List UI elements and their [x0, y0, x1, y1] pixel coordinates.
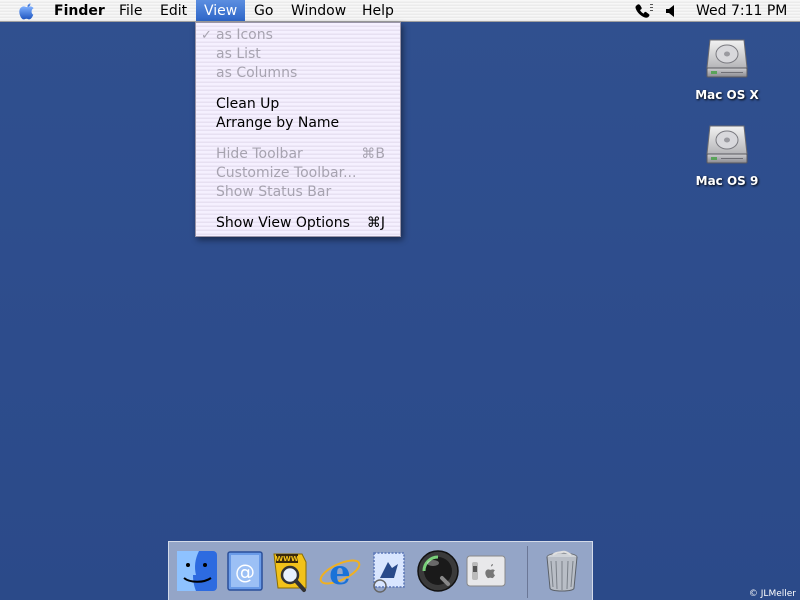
- menu-edit[interactable]: Edit: [152, 0, 195, 21]
- desktop-icon-label: Mac OS 9: [695, 174, 759, 188]
- menu-item-shortcut: ⌘B: [361, 146, 385, 162]
- menu-item-label: as Icons: [216, 27, 273, 43]
- menu-item-label: as Columns: [216, 65, 298, 81]
- hard-disk-icon: [706, 39, 748, 78]
- quicktime-icon[interactable]: [415, 548, 461, 594]
- menu-item-label: Show Status Bar: [216, 184, 332, 200]
- menu-view[interactable]: View: [196, 0, 246, 21]
- desktop-disk-mac-os-x[interactable]: Mac OS X: [687, 34, 767, 102]
- desktop-disk-mac-os-9[interactable]: Mac OS 9: [687, 120, 767, 188]
- checkmark-icon: ✓: [201, 28, 212, 43]
- internet-explorer-icon[interactable]: e: [317, 548, 363, 594]
- mail-stamp-icon[interactable]: [366, 548, 412, 594]
- menu-item-label: Show View Options: [216, 215, 350, 231]
- menu-item-label: Arrange by Name: [216, 115, 340, 131]
- menu-help[interactable]: Help: [354, 0, 402, 21]
- menu-clock[interactable]: Wed 7:11 PM: [696, 0, 787, 22]
- menu-item-label: as List: [216, 46, 261, 62]
- mail-icon[interactable]: @: [222, 548, 268, 594]
- menu-item-as-icons[interactable]: ✓ as Icons: [196, 26, 400, 45]
- menu-item-as-columns[interactable]: as Columns: [196, 64, 400, 83]
- hard-disk-icon: [706, 125, 748, 164]
- menu-file[interactable]: File: [111, 0, 150, 21]
- menu-window[interactable]: Window: [283, 0, 354, 21]
- menu-item-as-list[interactable]: as List: [196, 45, 400, 64]
- phone-icon[interactable]: [634, 3, 654, 19]
- menu-go[interactable]: Go: [246, 0, 281, 21]
- svg-text:e: e: [329, 553, 351, 593]
- menu-item-hide-toolbar[interactable]: Hide Toolbar ⌘B: [196, 145, 400, 164]
- finder-icon[interactable]: [174, 548, 220, 594]
- menu-item-label: Customize Toolbar...: [216, 165, 357, 181]
- menu-item-label: Hide Toolbar: [216, 146, 303, 162]
- menu-bar: Finder File Edit View Go Window Help Wed…: [0, 0, 800, 22]
- menu-item-label: Clean Up: [216, 96, 280, 112]
- svg-text:@: @: [235, 560, 255, 584]
- menu-item-shortcut: ⌘J: [366, 215, 385, 231]
- svg-text:WWW: WWW: [275, 555, 298, 563]
- menu-item-show-status-bar[interactable]: Show Status Bar: [196, 183, 400, 202]
- apple-menu[interactable]: [10, 0, 44, 21]
- menu-item-customize-toolbar[interactable]: Customize Toolbar...: [196, 164, 400, 183]
- menu-item-show-view-options[interactable]: Show View Options ⌘J: [196, 214, 400, 233]
- menu-item-clean-up[interactable]: Clean Up: [196, 95, 400, 114]
- copyright-watermark: © JLMeller: [748, 589, 796, 599]
- view-dropdown-menu: ✓ as Icons as List as Columns Clean Up A…: [195, 22, 401, 237]
- dock-divider: [527, 546, 528, 598]
- menu-finder[interactable]: Finder: [46, 0, 113, 21]
- volume-icon[interactable]: [663, 3, 679, 19]
- sherlock-icon[interactable]: WWW: [268, 548, 314, 594]
- apple-icon: [19, 3, 34, 20]
- desktop: Finder File Edit View Go Window Help Wed…: [0, 0, 800, 600]
- desktop-icon-label: Mac OS X: [695, 88, 759, 102]
- menu-item-arrange-by-name[interactable]: Arrange by Name: [196, 114, 400, 133]
- system-preferences-icon[interactable]: [463, 548, 509, 594]
- trash-icon[interactable]: [539, 548, 585, 594]
- dock: @ WWW e: [168, 541, 593, 600]
